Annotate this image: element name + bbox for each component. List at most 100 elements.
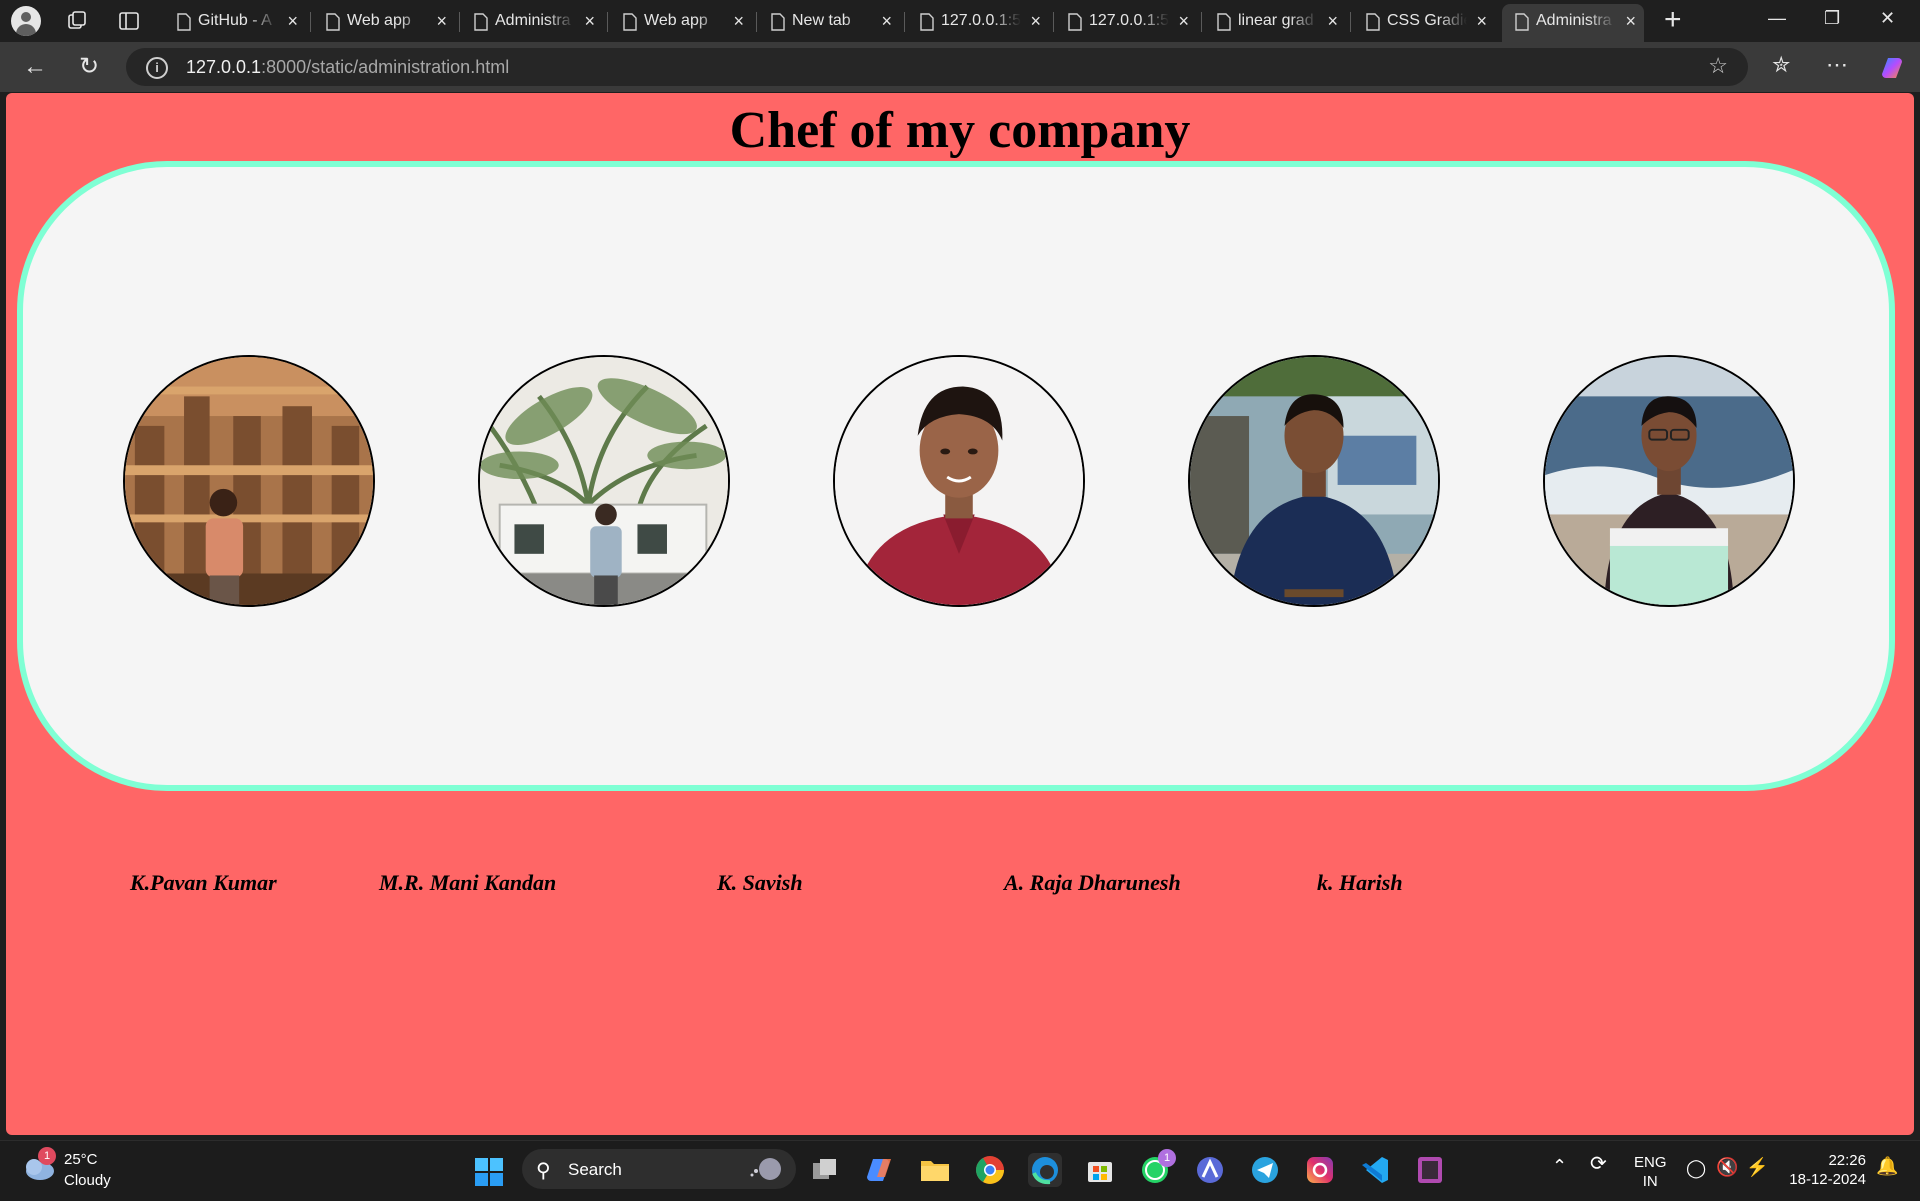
tab-title: GitHub - A	[198, 12, 272, 29]
taskbar: 1 25°C Cloudy ⚲ Search 1 ⌃ ⟳ ENG IN ◯ 🔇 ⚡…	[0, 1140, 1920, 1201]
minimize-icon[interactable]: —	[1768, 8, 1786, 29]
tab-separator	[1350, 12, 1351, 32]
show-hidden-icons[interactable]: ⌃	[1552, 1157, 1567, 1176]
file-explorer-icon[interactable]	[918, 1153, 952, 1187]
weather-desc[interactable]: Cloudy	[64, 1172, 111, 1189]
edge-icon	[1365, 13, 1381, 31]
favorite-star-icon[interactable]: ☆	[1708, 53, 1728, 79]
back-icon[interactable]: ←	[20, 52, 50, 82]
close-tab-icon[interactable]: ×	[584, 11, 595, 31]
browser-tab[interactable]: Web app ×	[313, 4, 455, 38]
chef-name-4: A. Raja Dharunesh	[1004, 870, 1181, 895]
tab-title: Web app	[644, 12, 708, 29]
weather-badge: 1	[38, 1147, 56, 1165]
taskbar-search[interactable]: ⚲ Search	[522, 1149, 796, 1189]
browser-tab[interactable]: New tab ×	[758, 4, 900, 38]
close-tab-icon[interactable]: ×	[1030, 11, 1041, 31]
whatsapp-badge: 1	[1158, 1149, 1176, 1167]
volume-muted-icon[interactable]: 🔇	[1716, 1158, 1738, 1177]
workspaces-icon[interactable]	[66, 10, 88, 32]
browser-tab[interactable]: Administra ×	[461, 4, 603, 38]
chef-name-2: M.R. Mani Kandan	[379, 870, 557, 895]
taskbar-search-label: Search	[568, 1160, 622, 1179]
close-tab-icon[interactable]: ×	[1178, 11, 1189, 31]
tab-title: 127.0.0.1:5	[941, 12, 1021, 29]
close-tab-icon[interactable]: ×	[1327, 11, 1338, 31]
browser-toolbar: ← ↻ i 127.0.0.1:8000/static/administrati…	[0, 42, 1920, 92]
vertical-tabs-icon[interactable]	[118, 10, 140, 32]
battery-icon[interactable]: ⚡	[1746, 1158, 1768, 1177]
tab-separator	[1053, 12, 1054, 32]
close-tab-icon[interactable]: ×	[1625, 11, 1636, 31]
terminal-app-icon[interactable]	[1413, 1153, 1447, 1187]
tab-title: linear grad	[1238, 12, 1314, 29]
page-viewport: Chef of my company K.Pavan Kumar M.R. Ma…	[6, 93, 1914, 1135]
page-icon	[1514, 13, 1530, 31]
page-icon	[473, 13, 489, 31]
tab-separator	[310, 12, 311, 32]
close-tab-icon[interactable]: ×	[1476, 11, 1487, 31]
chef-photo-2	[478, 355, 730, 607]
chef-name-5: k. Harish	[1317, 870, 1403, 895]
close-window-icon[interactable]: ✕	[1880, 8, 1895, 29]
edge-icon[interactable]	[1028, 1153, 1062, 1187]
search-icon	[1216, 13, 1232, 31]
microsoft-store-icon[interactable]	[1083, 1153, 1117, 1187]
browser-tab[interactable]: GitHub - A ×	[164, 4, 306, 38]
chef-photo-5	[1543, 355, 1795, 607]
language-indicator[interactable]: ENG IN	[1634, 1153, 1667, 1191]
tab-title: CSS Gradie	[1387, 12, 1467, 29]
windows-start-icon[interactable]	[474, 1157, 504, 1187]
telegram-icon[interactable]	[1248, 1153, 1282, 1187]
github-icon	[176, 13, 192, 31]
search-highlight-icon	[750, 1158, 781, 1180]
tab-title: Administra	[495, 12, 571, 29]
page-title: Chef of my company	[729, 102, 1191, 159]
tab-title: 127.0.0.1:5	[1089, 12, 1169, 29]
browser-tab[interactable]: CSS Gradie ×	[1353, 4, 1495, 38]
linear-app-icon[interactable]	[1193, 1153, 1227, 1187]
address-url[interactable]: 127.0.0.1:8000/static/administration.htm…	[186, 57, 509, 78]
vscode-icon[interactable]	[1358, 1153, 1392, 1187]
browser-tab[interactable]: linear grad ×	[1204, 4, 1346, 38]
page-icon	[1067, 13, 1083, 31]
new-tab-button[interactable]: +	[1664, 4, 1682, 36]
page-icon	[622, 13, 638, 31]
close-tab-icon[interactable]: ×	[436, 11, 447, 31]
address-bar[interactable]: i 127.0.0.1:8000/static/administration.h…	[126, 48, 1748, 86]
sync-icon[interactable]: ⟳	[1590, 1154, 1607, 1174]
favorites-icon[interactable]: ✮	[1772, 52, 1790, 78]
copilot-icon[interactable]	[1880, 54, 1908, 82]
browser-tab[interactable]: Administra ×	[1502, 4, 1644, 42]
tab-separator	[904, 12, 905, 32]
chef-photo-3	[833, 355, 1085, 607]
copilot-app-icon[interactable]	[863, 1153, 897, 1187]
page-icon	[919, 13, 935, 31]
clock[interactable]: 22:26 18-12-2024	[1786, 1151, 1866, 1189]
tab-title: Administra	[1536, 12, 1612, 29]
profile-avatar-icon[interactable]	[11, 6, 41, 36]
notifications-bell-icon[interactable]: 🔔	[1876, 1157, 1898, 1176]
browser-tab[interactable]: 127.0.0.1:5 ×	[1055, 4, 1197, 38]
chef-name-1: K.Pavan Kumar	[130, 870, 277, 895]
close-tab-icon[interactable]: ×	[733, 11, 744, 31]
browser-tab[interactable]: 127.0.0.1:5 ×	[907, 4, 1049, 38]
reload-icon[interactable]: ↻	[74, 52, 104, 82]
task-view-icon[interactable]	[808, 1153, 842, 1187]
tab-separator	[607, 12, 608, 32]
network-icon[interactable]: ◯	[1686, 1159, 1706, 1178]
more-options-icon[interactable]: ⋯	[1826, 52, 1848, 78]
browser-tab[interactable]: Web app ×	[610, 4, 752, 38]
restore-icon[interactable]: ❐	[1824, 8, 1840, 29]
tab-title: Web app	[347, 12, 411, 29]
tab-separator	[756, 12, 757, 32]
chrome-icon[interactable]	[973, 1153, 1007, 1187]
instagram-icon[interactable]	[1303, 1153, 1337, 1187]
close-tab-icon[interactable]: ×	[287, 11, 298, 31]
weather-temp[interactable]: 25°C	[64, 1151, 98, 1168]
new-tab-icon	[770, 13, 786, 31]
tab-title: New tab	[792, 12, 851, 29]
site-info-icon[interactable]: i	[146, 57, 168, 79]
close-tab-icon[interactable]: ×	[881, 11, 892, 31]
tab-separator	[1201, 12, 1202, 32]
